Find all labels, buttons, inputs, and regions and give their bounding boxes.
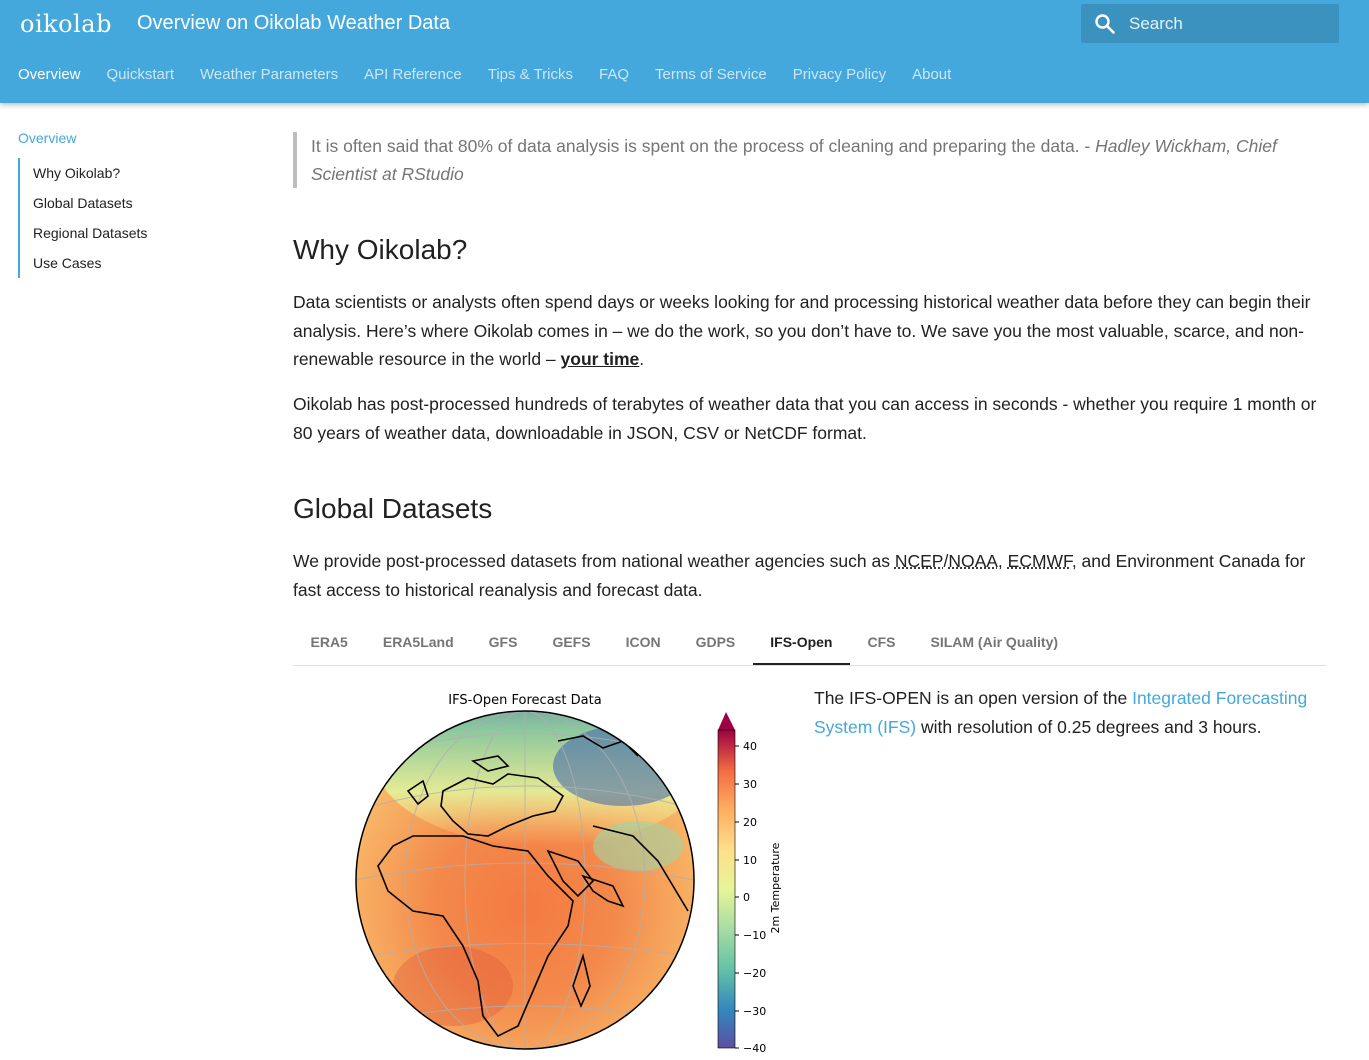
- colorbar-tick-20: 20: [743, 816, 757, 829]
- abbr-ncep: NCEP: [894, 551, 944, 571]
- why-p1-end: .: [639, 349, 645, 369]
- search-icon[interactable]: [1093, 12, 1117, 36]
- tab-gefs[interactable]: GEFS: [535, 620, 608, 665]
- search-input[interactable]: [1127, 10, 1331, 38]
- tab-quickstart[interactable]: Quickstart: [107, 66, 175, 90]
- tab-era5land[interactable]: ERA5Land: [365, 620, 471, 665]
- table-of-contents: Overview Why Oikolab? Global Datasets Re…: [18, 130, 258, 278]
- toc-item-regional-datasets[interactable]: Regional Datasets: [33, 218, 258, 248]
- colorbar: 40 30 20 10 0 −10 −20 −30 −40 2m Tempera…: [717, 712, 782, 1055]
- colorbar-tick-minus-10: −10: [743, 929, 766, 942]
- tab-overview[interactable]: Overview: [18, 66, 81, 90]
- toc-item-why-oikolab[interactable]: Why Oikolab?: [33, 158, 258, 188]
- page-title: Overview on Oikolab Weather Data: [137, 12, 451, 34]
- tab-api-reference[interactable]: API Reference: [364, 66, 462, 90]
- top-header: oikolab Overview on Oikolab Weather Data…: [0, 0, 1369, 103]
- colorbar-tick-30: 30: [743, 778, 757, 791]
- tab-about[interactable]: About: [912, 66, 951, 90]
- tab-icon[interactable]: ICON: [608, 620, 678, 665]
- tab-era5[interactable]: ERA5: [293, 620, 365, 665]
- search-box[interactable]: [1081, 4, 1339, 43]
- tab-ifs-open[interactable]: IFS-Open: [752, 620, 850, 665]
- colorbar-label: 2m Temperature: [769, 842, 782, 933]
- ifs-text-start: The IFS-OPEN is an open version of the: [814, 688, 1133, 708]
- tab-tips-tricks[interactable]: Tips & Tricks: [488, 66, 573, 90]
- colorbar-tick-0: 0: [743, 891, 750, 904]
- global-p-text: We provide post-processed datasets from …: [293, 551, 895, 571]
- global-comma: ,: [997, 551, 1008, 571]
- heading-why-oikolab: Why Oikolab?: [293, 234, 468, 265]
- tab-gfs[interactable]: GFS: [471, 620, 535, 665]
- ifs-text-end: with resolution of 0.25 degrees and 3 ho…: [916, 716, 1262, 737]
- toc-item-overview[interactable]: Overview: [18, 130, 258, 146]
- toc-item-global-datasets[interactable]: Global Datasets: [33, 188, 258, 218]
- site-logo[interactable]: oikolab: [20, 10, 112, 38]
- your-time-link[interactable]: your time: [561, 349, 640, 369]
- toc-item-use-cases[interactable]: Use Cases: [33, 248, 258, 278]
- why-p1-text: Data scientists or analysts often spend …: [293, 292, 1311, 369]
- colorbar-tick-minus-30: −30: [743, 1005, 766, 1018]
- heading-global-datasets: Global Datasets: [293, 493, 493, 524]
- tab-gdps[interactable]: GDPS: [678, 620, 753, 665]
- blockquote: It is often said that 80% of data analys…: [293, 132, 1321, 188]
- forecast-map-image: IFS-Open Forecast Data 40 30 20 10 0 −10…: [355, 693, 782, 1055]
- colorbar-tick-40: 40: [743, 740, 757, 753]
- abbr-ecmwf: ECMWF: [1007, 551, 1072, 571]
- tab-terms-of-service[interactable]: Terms of Service: [655, 66, 767, 90]
- tab-privacy-policy[interactable]: Privacy Policy: [793, 66, 886, 90]
- dataset-tabs: ERA5 ERA5Land GFS GEFS ICON GDPS IFS-Ope…: [293, 620, 1326, 666]
- why-paragraph-1: Data scientists or analysts often spend …: [293, 288, 1326, 374]
- abbr-noaa: NOAA: [948, 551, 998, 571]
- colorbar-tick-minus-20: −20: [743, 967, 766, 980]
- tab-faq[interactable]: FAQ: [599, 66, 629, 90]
- toc-subsections: Why Oikolab? Global Datasets Regional Da…: [18, 158, 258, 278]
- colorbar-tick-10: 10: [743, 854, 757, 867]
- globe: [356, 711, 694, 1049]
- global-paragraph: We provide post-processed datasets from …: [293, 547, 1326, 604]
- forecast-figure: IFS-Open Forecast Data 40 30 20 10 0 −10…: [293, 686, 813, 1060]
- colorbar-tick-minus-40: −40: [743, 1042, 766, 1055]
- quote-text: It is often said that 80% of data analys…: [311, 136, 1096, 156]
- tab-weather-parameters[interactable]: Weather Parameters: [200, 66, 338, 90]
- figure-title: IFS-Open Forecast Data: [448, 693, 601, 708]
- why-paragraph-2: Oikolab has post-processed hundreds of t…: [293, 394, 1317, 443]
- tab-silam[interactable]: SILAM (Air Quality): [913, 620, 1076, 665]
- tab-cfs[interactable]: CFS: [850, 620, 913, 665]
- ifs-description: The IFS-OPEN is an open version of the I…: [814, 684, 1324, 741]
- main-nav-tabs: Overview Quickstart Weather Parameters A…: [18, 66, 951, 90]
